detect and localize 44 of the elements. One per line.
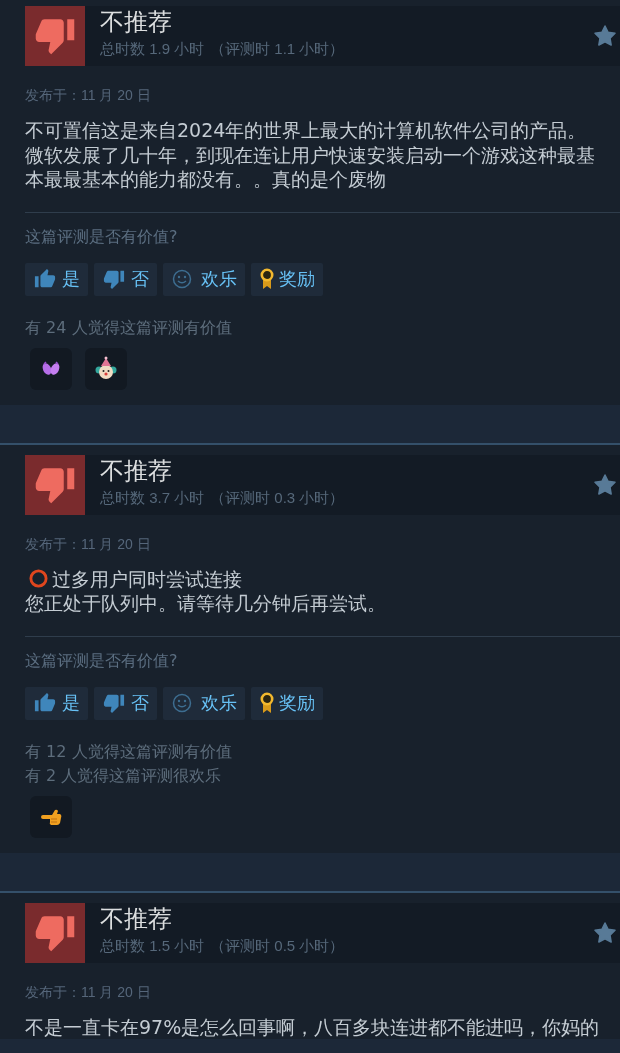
funny-button[interactable]: 欢乐 [163, 686, 245, 720]
smiley-icon [172, 269, 192, 289]
playtime-text: 总时数 1.9 小时 [100, 40, 205, 57]
thumbs-up-icon [34, 692, 56, 714]
yes-button[interactable]: 是 [25, 262, 88, 296]
playtime-text: 总时数 1.5 小时 [100, 936, 205, 954]
star-icon [593, 472, 617, 497]
verdict-title: 不推荐 [100, 8, 173, 36]
review-playtime-text: （评测时 1.1 小时） [210, 40, 345, 57]
award-ribbon-icon [260, 268, 274, 290]
review-text: 您正处于队列中。请等待几分钟后再尝试。 [25, 591, 387, 616]
playtime-text: 总时数 3.7 小时 [100, 488, 205, 506]
verdict-title: 不推荐 [100, 456, 173, 485]
vote-count-text: 有 24 人觉得这篇评测有价值 [25, 316, 233, 339]
review-playtime-text: （评测时 0.3 小时） [210, 488, 345, 506]
review-text: 过多用户同时尝试连接 [52, 566, 242, 591]
posted-date: 发布于：11 月 20 日 [25, 86, 152, 104]
no-button[interactable]: 否 [94, 686, 157, 720]
funny-button[interactable]: 欢乐 [163, 262, 245, 296]
award-button[interactable]: 奖励 [251, 686, 323, 720]
posted-date: 发布于：11 月 20 日 [25, 534, 152, 553]
award-ribbon-icon [260, 692, 274, 714]
vote-count-text: 有 12 人觉得这篇评测有价值 [25, 740, 233, 763]
verdict-title: 不推荐 [100, 904, 173, 933]
star-icon [593, 24, 617, 48]
hands-icon [30, 347, 72, 390]
helpful-question: 这篇评测是否有价值? [25, 650, 179, 671]
posted-date: 发布于：11 月 20 日 [25, 982, 152, 1001]
review-text: 不是一直卡在97%是怎么回事啊，八百多块连进都不能进吗，你妈的 [25, 1014, 600, 1039]
award-button[interactable]: 奖励 [251, 262, 323, 296]
helpful-question: 这篇评测是否有价值? [25, 226, 179, 247]
pointing-hand-icon [30, 795, 72, 838]
review-playtime-text: （评测时 0.5 小时） [210, 936, 345, 954]
review-text: 不可置信这是来自2024年的世界上最大的计算机软件公司的产品。微软发展了几十年，到现在连让用户快速安装启动一个游戏这种最基本最最基本的能力都没有。。真的是个废物 [25, 118, 596, 192]
star-icon [593, 920, 617, 945]
vote-count-text: 有 2 人觉得这篇评测很欢乐 [25, 764, 223, 787]
smiley-icon [172, 693, 192, 713]
thumbs-down-icon [103, 692, 125, 714]
ring-icon [29, 569, 48, 589]
thumbs-down-icon [103, 268, 125, 290]
yes-button[interactable]: 是 [25, 686, 88, 720]
thumbs-up-icon [34, 268, 56, 290]
no-button[interactable]: 否 [94, 262, 157, 296]
clown-icon [85, 347, 127, 390]
